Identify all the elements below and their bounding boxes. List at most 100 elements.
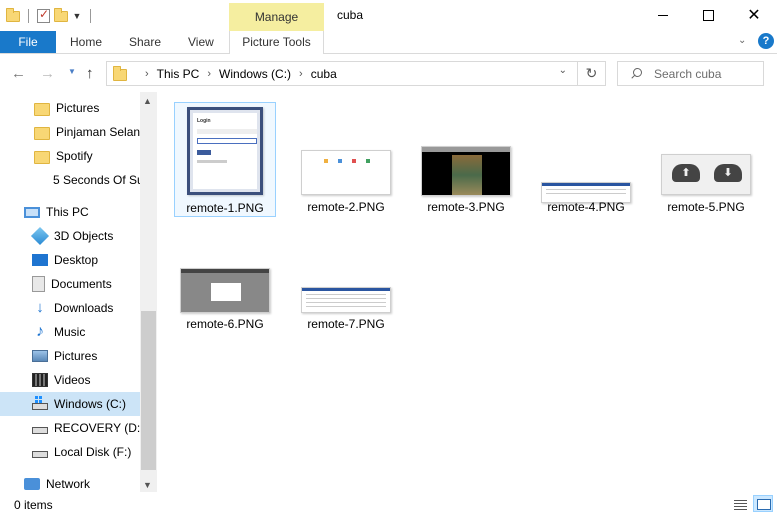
new-folder-icon[interactable] bbox=[54, 7, 68, 22]
sidebar-item-label: Pictures bbox=[56, 101, 100, 115]
close-button[interactable]: ✕ bbox=[731, 0, 777, 30]
folder-icon[interactable] bbox=[6, 7, 20, 22]
chevron-right-icon[interactable]: › bbox=[145, 68, 149, 80]
sidebar-item-music[interactable]: ♪ Music bbox=[0, 320, 140, 344]
breadcrumb-this-pc[interactable]: This PC bbox=[157, 67, 200, 81]
image-thumbnail bbox=[180, 268, 270, 313]
chevron-right-icon[interactable]: › bbox=[299, 68, 303, 80]
file-name: remote-3.PNG bbox=[427, 200, 505, 214]
cloud-download-icon bbox=[714, 164, 742, 182]
3d-objects-icon bbox=[30, 226, 50, 246]
sidebar-item-label: Local Disk (F:) bbox=[54, 445, 132, 459]
folder-icon bbox=[34, 150, 50, 164]
downloads-icon: ↓ bbox=[36, 299, 44, 316]
file-name: remote-6.PNG bbox=[186, 317, 264, 331]
sidebar-item-label: Pictures bbox=[54, 349, 98, 363]
sidebar-item-desktop[interactable]: Desktop bbox=[0, 248, 140, 272]
quick-access-toolbar: ▼ bbox=[6, 6, 95, 26]
network-icon bbox=[24, 478, 40, 490]
documents-icon bbox=[32, 276, 45, 292]
sidebar-item-pictures-quick[interactable]: Pictures bbox=[0, 96, 140, 120]
large-icons-view-icon[interactable] bbox=[753, 495, 773, 512]
sidebar-item-pinjaman-selangor[interactable]: Pinjaman Selangor bbox=[0, 120, 140, 144]
sidebar-item-label: Music bbox=[54, 325, 86, 339]
sidebar-item-5sos[interactable]: 5 Seconds Of Summer bbox=[0, 168, 140, 192]
help-icon[interactable]: ? bbox=[758, 33, 774, 49]
navigation-scrollbar[interactable]: ▲ ▼ bbox=[140, 92, 157, 492]
image-thumbnail: Login bbox=[187, 107, 263, 195]
address-row: ← → ▼ ↑ › This PC › Windows (C:) › cuba … bbox=[0, 54, 777, 92]
toolbar-divider bbox=[90, 9, 91, 23]
back-button[interactable]: ← bbox=[11, 65, 26, 82]
file-item[interactable]: remote-5.PNG bbox=[655, 102, 757, 217]
sidebar-item-windows-c[interactable]: Windows (C:) bbox=[0, 392, 140, 416]
sidebar-item-label: This PC bbox=[46, 205, 89, 219]
videos-icon bbox=[32, 373, 48, 387]
chevron-down-icon[interactable]: ⌄ bbox=[559, 65, 567, 76]
image-thumbnail bbox=[301, 150, 391, 195]
forward-button[interactable]: → bbox=[40, 65, 55, 82]
sidebar-item-label: Videos bbox=[54, 373, 91, 387]
file-item[interactable]: remote-6.PNG bbox=[174, 219, 276, 334]
expand-ribbon-icon[interactable]: ⌄ bbox=[738, 35, 746, 46]
refresh-button[interactable]: ↻ bbox=[577, 62, 605, 85]
file-item[interactable]: remote-3.PNG bbox=[415, 102, 517, 217]
image-thumbnail bbox=[421, 146, 511, 196]
file-item[interactable]: remote-7.PNG bbox=[295, 219, 397, 334]
sidebar-item-recovery-d[interactable]: RECOVERY (D:) bbox=[0, 416, 140, 440]
sidebar-item-label: RECOVERY (D:) bbox=[54, 421, 140, 435]
sidebar-item-label: Documents bbox=[51, 277, 112, 291]
tab-share[interactable]: Share bbox=[129, 31, 161, 53]
status-bar: 0 items bbox=[0, 492, 777, 516]
drive-icon bbox=[32, 451, 48, 458]
properties-icon[interactable] bbox=[37, 7, 50, 23]
sidebar-item-pictures[interactable]: Pictures bbox=[0, 344, 140, 368]
scroll-up-icon[interactable]: ▲ bbox=[143, 96, 152, 106]
manage-context-tab[interactable]: Manage bbox=[229, 3, 324, 31]
tab-file[interactable]: File bbox=[0, 31, 56, 53]
chevron-right-icon[interactable]: › bbox=[207, 68, 211, 80]
scroll-thumb[interactable] bbox=[141, 311, 156, 470]
breadcrumb-cuba[interactable]: cuba bbox=[311, 67, 337, 81]
file-item[interactable]: remote-2.PNG bbox=[295, 102, 397, 217]
search-icon bbox=[630, 67, 642, 80]
address-bar[interactable]: › This PC › Windows (C:) › cuba ⌄ ↻ bbox=[106, 61, 606, 86]
sidebar-item-label: 3D Objects bbox=[54, 229, 114, 243]
search-box[interactable] bbox=[617, 61, 764, 86]
tab-view[interactable]: View bbox=[188, 31, 214, 53]
customize-toolbar-icon[interactable]: ▼ bbox=[72, 11, 82, 21]
file-name: remote-1.PNG bbox=[186, 201, 264, 215]
ribbon-tabs: File Home Share View Picture Tools ⌄ ? bbox=[0, 31, 777, 54]
cloud-upload-icon bbox=[672, 164, 700, 182]
folder-icon bbox=[34, 102, 50, 116]
sidebar-item-spotify[interactable]: Spotify bbox=[0, 144, 140, 168]
image-thumbnail bbox=[661, 154, 751, 195]
file-name: remote-5.PNG bbox=[667, 200, 745, 214]
file-item[interactable]: Login remote-1.PNG bbox=[174, 102, 276, 217]
search-input[interactable] bbox=[654, 66, 754, 81]
breadcrumb-windows-c[interactable]: Windows (C:) bbox=[219, 67, 291, 81]
file-item[interactable]: remote-4.PNG bbox=[535, 102, 637, 217]
sidebar-item-videos[interactable]: Videos bbox=[0, 368, 140, 392]
minimize-button[interactable] bbox=[640, 0, 686, 30]
image-thumbnail bbox=[301, 287, 391, 313]
item-count: 0 items bbox=[14, 498, 53, 512]
sidebar-item-3d-objects[interactable]: 3D Objects bbox=[0, 224, 140, 248]
sidebar-item-documents[interactable]: Documents bbox=[0, 272, 140, 296]
sidebar-item-local-disk-f[interactable]: Local Disk (F:) bbox=[0, 440, 140, 464]
tab-picture-tools[interactable]: Picture Tools bbox=[229, 31, 324, 54]
tab-home[interactable]: Home bbox=[70, 31, 102, 53]
file-name: remote-7.PNG bbox=[307, 317, 385, 331]
folder-icon bbox=[34, 126, 50, 140]
file-list: Login remote-1.PNG remote-2.PNG remote-3… bbox=[160, 92, 777, 492]
sidebar-item-this-pc[interactable]: This PC bbox=[0, 200, 140, 224]
sidebar-item-label: Pinjaman Selangor bbox=[56, 125, 140, 139]
sidebar-item-label: Windows (C:) bbox=[54, 397, 127, 411]
details-view-icon[interactable] bbox=[731, 497, 749, 511]
scroll-down-icon[interactable]: ▼ bbox=[143, 480, 152, 490]
recent-locations-button[interactable]: ▼ bbox=[68, 67, 76, 76]
sidebar-item-downloads[interactable]: ↓ Downloads bbox=[0, 296, 140, 320]
maximize-button[interactable] bbox=[685, 0, 731, 30]
up-button[interactable]: ↑ bbox=[86, 65, 94, 82]
file-name: remote-4.PNG bbox=[547, 200, 625, 214]
